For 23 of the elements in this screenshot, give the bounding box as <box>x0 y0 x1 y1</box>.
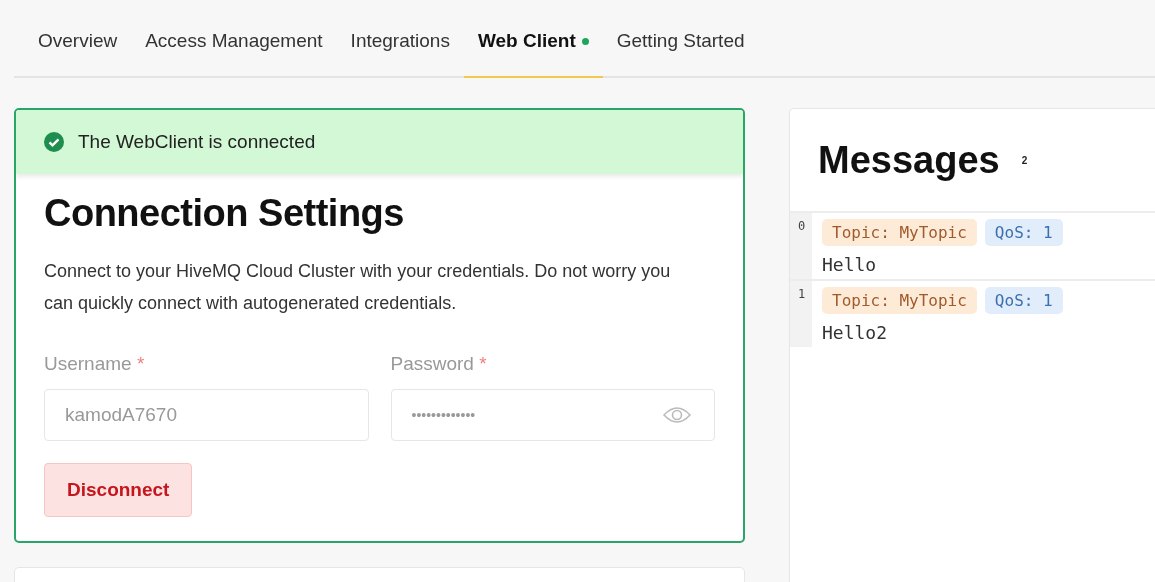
tab[interactable]: Web Client <box>463 6 603 78</box>
tab[interactable]: Integrations <box>336 6 464 78</box>
topic-tag: Topic: MyTopic <box>822 287 977 314</box>
description: Connect to your HiveMQ Cloud Cluster with your credentials. Do not worry you can quickly connect with autogenerated credentials. <box>44 260 672 315</box>
check-circle-icon <box>44 132 64 152</box>
panel-title: Messages <box>818 138 1000 182</box>
line-number: 1 <box>790 281 812 347</box>
topic-tag: Topic: MyTopic <box>822 219 977 246</box>
section-title: Connection Settings <box>44 192 405 235</box>
field-label: Username * <box>44 353 146 375</box>
status-message: The WebClient is connected <box>78 131 316 153</box>
line-number: 0 <box>790 213 812 279</box>
message-count: 2 <box>1021 154 1028 166</box>
tab[interactable]: Overview <box>24 6 132 78</box>
tab[interactable]: Access Management <box>131 6 337 78</box>
qos-tag: QoS: 1 <box>984 219 1063 246</box>
eye-icon[interactable] <box>662 405 692 425</box>
message-payload: Hello2 <box>822 322 889 343</box>
qos-tag: QoS: 1 <box>984 287 1063 314</box>
tab[interactable]: Getting Started <box>602 6 759 78</box>
disconnect-button[interactable]: Disconnect <box>44 463 193 517</box>
field-label: Password * <box>390 353 488 375</box>
message-payload: Hello <box>822 254 878 275</box>
